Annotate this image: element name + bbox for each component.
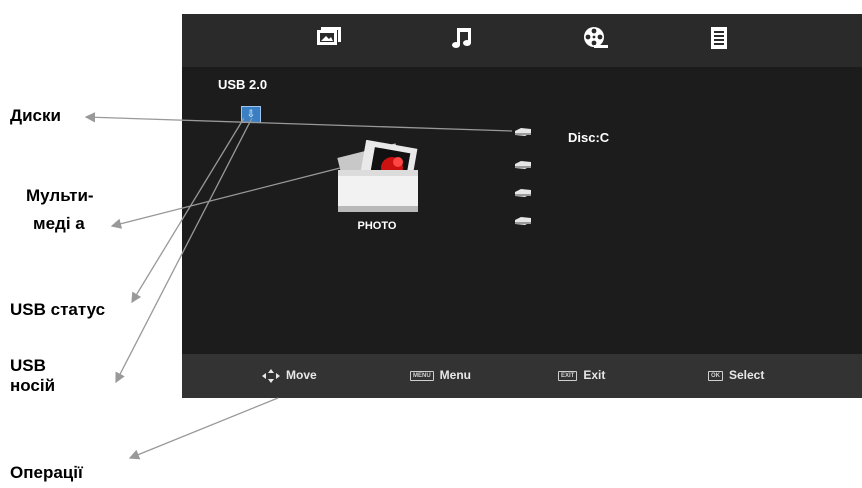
annotation-usb-status: USB статус bbox=[10, 300, 106, 319]
annotation-multimedia-line1: Мульти- bbox=[26, 186, 94, 205]
annotation-usb-carrier-line1: USB bbox=[10, 356, 46, 375]
annotation-disks: Диски bbox=[10, 106, 61, 125]
annotation-operations: Операції bbox=[10, 463, 83, 482]
annotation-multimedia-line2: меді а bbox=[33, 214, 85, 233]
annotation-usb-carrier-line2: носій bbox=[10, 376, 56, 395]
annotation-arrows bbox=[84, 112, 513, 460]
